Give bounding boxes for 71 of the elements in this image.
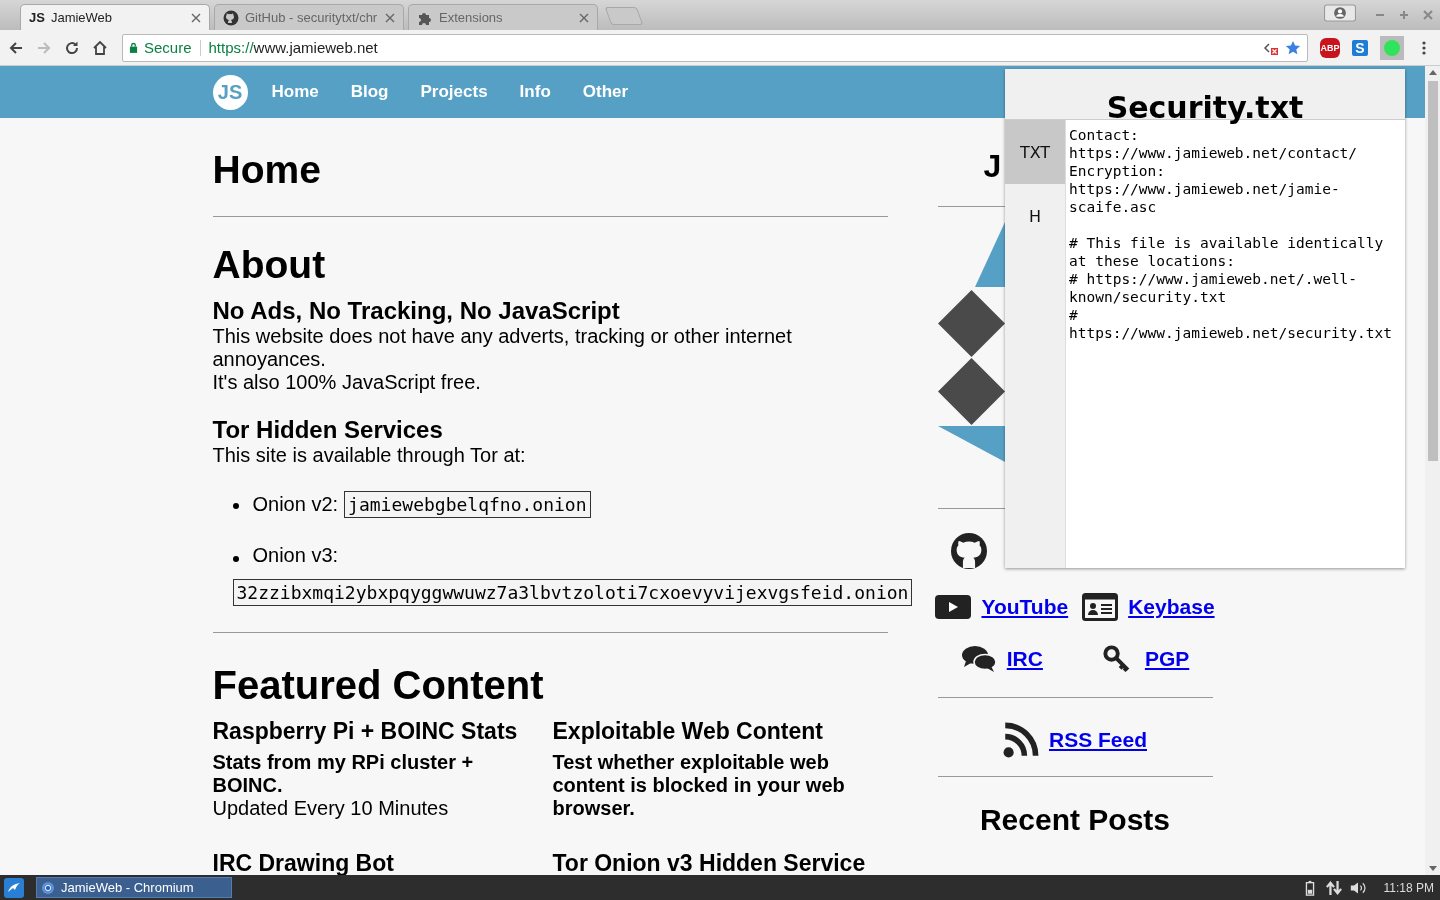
lock-icon [129, 42, 138, 53]
taskbar-window-button[interactable]: JamieWeb - Chromium [36, 877, 232, 898]
featured-summary: Stats from my RPi cluster + BOINC. [212, 751, 475, 797]
sidebar-link[interactable]: Keybase [1128, 595, 1215, 619]
onion-label: Onion v2: [252, 493, 339, 516]
paragraph: This site is available through Tor at: [212, 444, 527, 467]
scroll-thumb[interactable] [1427, 81, 1438, 461]
adblock-extension-icon[interactable]: ABP [1320, 37, 1340, 58]
sidebar-link[interactable]: PGP [1144, 647, 1190, 671]
home-icon[interactable] [92, 39, 108, 56]
chat-bubbles-icon [960, 645, 997, 673]
id-card-icon [1082, 593, 1119, 621]
back-icon[interactable] [8, 39, 24, 56]
scrollbar[interactable] [1425, 66, 1440, 875]
featured-title[interactable]: Tor Onion v3 Hidden Service [552, 850, 873, 875]
featured-summary: Test whether exploitable web content is blocked in your web browser. [552, 751, 846, 820]
bullet-icon [232, 556, 239, 562]
site-favicon: JS [29, 10, 45, 25]
sidebar-heading: J [983, 148, 1002, 184]
browser-icon [41, 880, 55, 895]
address-bar[interactable]: Secure https://www.jamieweb.net [122, 33, 1308, 62]
tab-title: JamieWeb [50, 10, 114, 25]
network-icon [1325, 879, 1342, 896]
page-title: Home [212, 148, 322, 192]
popup-title: Security.txt [1106, 91, 1304, 125]
clock: 11:18 PM [1383, 880, 1434, 895]
onion-label: Onion v3: [252, 544, 339, 567]
section-heading: About [212, 243, 327, 287]
reload-icon[interactable] [64, 39, 80, 56]
browser-tab[interactable]: Extensions [408, 4, 598, 30]
browser-tab[interactable]: JS JamieWeb [20, 4, 210, 30]
scroll-up-icon[interactable] [1428, 70, 1437, 75]
video-play-icon [935, 593, 972, 621]
start-menu-icon[interactable] [4, 877, 24, 898]
subheading: No Ads, No Tracking, No JavaScript [212, 297, 621, 325]
subheading: Tor Hidden Services [212, 416, 444, 444]
security-txt-content: Contact: https://www.jamieweb.net/contact/ Encryption: https://www.jamieweb.net/jamie- scaife.asc # This file is available identically at these locations: # https://www.jamieweb.net/.well- known/security.txt # https://www.jamieweb.net/security.txt [1069, 126, 1392, 343]
url-text: https://www.jamieweb.net [208, 39, 378, 56]
bullet-icon [232, 503, 239, 509]
profile-icon[interactable] [1324, 4, 1356, 22]
sidebar-heading: Recent Posts [978, 803, 1172, 837]
section-heading: Featured Content [212, 663, 545, 708]
menu-icon[interactable] [1422, 39, 1426, 56]
close-icon[interactable] [1422, 9, 1434, 21]
sidebar-link[interactable]: IRC [1006, 647, 1043, 671]
featured-note: Updated Every 10 Minutes [212, 797, 450, 820]
star-icon[interactable] [1285, 39, 1301, 56]
scroll-down-icon[interactable] [1428, 866, 1437, 871]
featured-title[interactable]: Raspberry Pi + BOINC Stats [212, 718, 533, 745]
maximize-icon[interactable] [1398, 9, 1410, 21]
paragraph: It's also 100% JavaScript free. [212, 371, 482, 394]
featured-title[interactable]: Exploitable Web Content [552, 718, 873, 745]
sidebar-link[interactable]: YouTube [981, 595, 1069, 619]
tab-title: Extensions [439, 10, 504, 25]
featured-title[interactable]: IRC Drawing Bot [212, 850, 533, 875]
browser-tab[interactable]: GitHub - securitytxt/chr [214, 4, 404, 30]
close-icon[interactable] [579, 12, 589, 23]
close-icon[interactable] [385, 12, 395, 23]
onion-address: 32zzibxmqi2ybxpqyggwwuwz7a3lbvtzoloti7cxoevyvijexvgsfeid.onion [232, 579, 913, 606]
popup-tab[interactable]: TXT [1005, 120, 1065, 184]
github-icon [223, 9, 239, 26]
extension-icon[interactable]: S [1352, 39, 1368, 56]
rss-link[interactable]: RSS Feed [1049, 728, 1147, 752]
paragraph: This website does not have any adverts, tracking or other internet annoyances. [212, 325, 793, 371]
tab-title: GitHub - securitytxt/chr [245, 10, 379, 25]
rss-icon [1003, 722, 1039, 758]
secure-label: Secure [144, 39, 192, 56]
github-icon [950, 533, 987, 569]
popup-tab[interactable]: H [1005, 184, 1065, 248]
onion-address: jamiewebgbelqfno.onion [344, 491, 591, 518]
close-icon[interactable] [191, 12, 201, 23]
